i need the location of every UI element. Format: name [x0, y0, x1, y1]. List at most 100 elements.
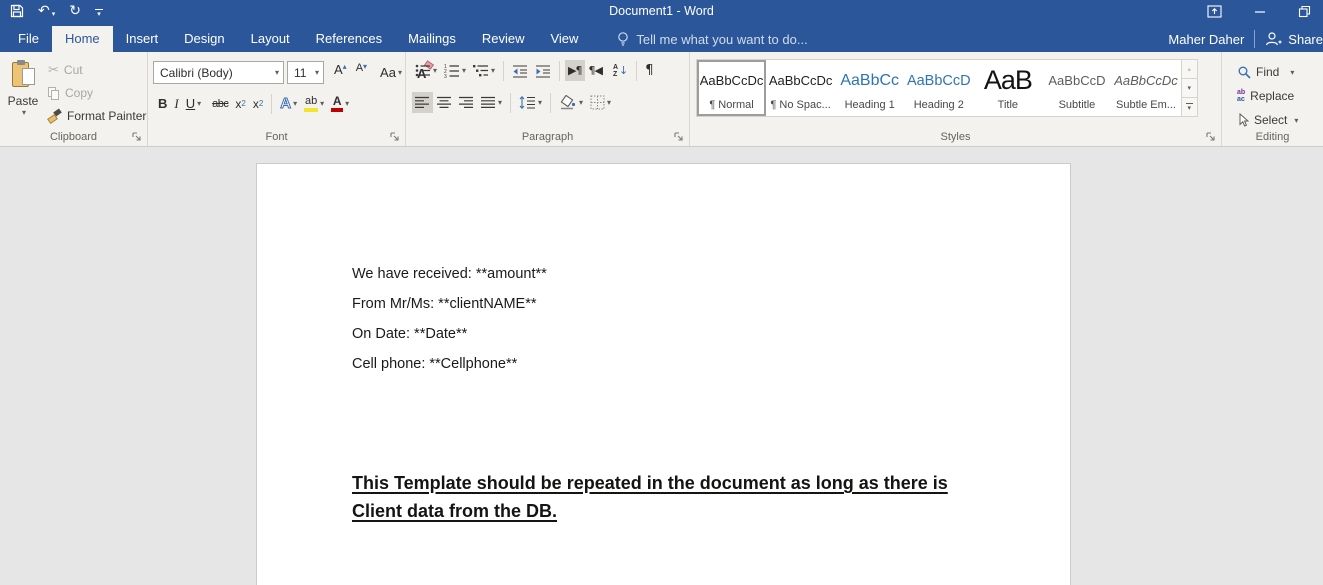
- tab-view[interactable]: View: [537, 26, 591, 52]
- up-arrow-icon: ▴: [343, 62, 347, 71]
- tell-me-box[interactable]: Tell me what you want to do...: [617, 26, 807, 52]
- replace-icon: ab ac: [1237, 89, 1245, 103]
- subscript-button[interactable]: x2: [232, 93, 248, 114]
- user-name[interactable]: Maher Daher: [1168, 32, 1244, 47]
- style-heading-2[interactable]: AaBbCcD Heading 2: [904, 60, 973, 116]
- numbering-button[interactable]: 123 ▾: [441, 60, 469, 81]
- tab-mailings[interactable]: Mailings: [395, 26, 469, 52]
- style-title[interactable]: AaB Title: [973, 60, 1042, 116]
- bullets-button[interactable]: ▾: [412, 60, 440, 81]
- ribbon-display-options-icon[interactable]: [1207, 5, 1222, 18]
- gallery-scroll-up-icon[interactable]: ▴: [1182, 60, 1197, 79]
- text-effects-button[interactable]: A ▾: [277, 93, 300, 114]
- minimize-icon[interactable]: [1254, 5, 1266, 17]
- group-styles: AaBbCcDc ¶ Normal AaBbCcDc ¶ No Spac... …: [690, 52, 1222, 146]
- tab-file[interactable]: File: [5, 26, 52, 52]
- document-heading-text[interactable]: This Template should be repeated in the …: [352, 469, 1000, 525]
- decrease-indent-button[interactable]: [509, 60, 531, 81]
- shrink-font-button[interactable]: A▾: [353, 62, 370, 83]
- paragraph-dialog-launcher-icon[interactable]: [673, 131, 684, 142]
- line-spacing-button[interactable]: ▾: [516, 92, 545, 113]
- paste-dropdown-icon[interactable]: ▾: [5, 108, 43, 117]
- bold-button[interactable]: B: [155, 93, 170, 114]
- justify-button[interactable]: ▾: [478, 92, 505, 113]
- rtl-text-direction-button[interactable]: ¶◀: [586, 60, 605, 81]
- document-page[interactable]: We have received: **amount** From Mr/Ms:…: [256, 163, 1071, 585]
- show-hide-marks-button[interactable]: ¶: [642, 60, 656, 81]
- divider: [510, 93, 511, 113]
- search-icon: [1237, 65, 1251, 79]
- replace-button[interactable]: ab ac Replace: [1235, 85, 1300, 107]
- strikethrough-button[interactable]: abc: [209, 93, 231, 114]
- doc-line-client-name[interactable]: From Mr/Ms: **clientNAME**: [352, 289, 547, 319]
- share-label: Share: [1288, 32, 1323, 47]
- save-icon[interactable]: [10, 4, 24, 18]
- gallery-scroll-down-icon[interactable]: ▾: [1182, 79, 1197, 98]
- cut-button[interactable]: ✂ Cut: [46, 59, 148, 81]
- align-left-button[interactable]: [412, 92, 433, 113]
- find-button[interactable]: Find ▾: [1235, 61, 1300, 83]
- redo-icon[interactable]: ↻: [69, 4, 81, 18]
- chevron-down-icon: ▾: [1290, 68, 1294, 77]
- italic-button[interactable]: I: [171, 93, 181, 114]
- ltr-text-direction-button[interactable]: ▶¶: [565, 60, 584, 81]
- borders-button[interactable]: ▾: [587, 92, 614, 113]
- group-font: Calibri (Body) ▾ 11 ▾ A▴ A▾ Aa ▾: [148, 52, 406, 146]
- style-heading-1[interactable]: AaBbCc Heading 1: [835, 60, 904, 116]
- multilevel-list-button[interactable]: ▾: [470, 60, 498, 81]
- chevron-down-icon: ▾: [315, 68, 319, 77]
- change-case-button[interactable]: Aa ▾: [377, 62, 405, 83]
- clipboard-dialog-launcher-icon[interactable]: [131, 131, 142, 142]
- align-right-button[interactable]: [456, 92, 477, 113]
- font-size-combobox[interactable]: 11 ▾: [287, 61, 324, 84]
- format-painter-button[interactable]: Format Painter: [46, 105, 148, 127]
- increase-indent-button[interactable]: [532, 60, 554, 81]
- paste-button[interactable]: Paste ▾: [3, 56, 43, 140]
- text-highlight-button[interactable]: ab ▾: [301, 93, 327, 114]
- underline-button[interactable]: U ▾: [183, 93, 204, 114]
- undo-dropdown-icon[interactable]: ▾: [52, 10, 56, 18]
- select-button[interactable]: Select ▾: [1235, 109, 1300, 131]
- superscript-button[interactable]: x2: [250, 93, 266, 114]
- divider: [559, 61, 560, 81]
- tab-review[interactable]: Review: [469, 26, 538, 52]
- doc-line-cellphone[interactable]: Cell phone: **Cellphone**: [352, 349, 547, 379]
- style-normal[interactable]: AaBbCcDc ¶ Normal: [697, 60, 766, 116]
- tell-me-label: Tell me what you want to do...: [636, 32, 807, 47]
- group-clipboard: Paste ▾ ✂ Cut Copy Format Painter Clipbo…: [0, 52, 148, 146]
- tab-home[interactable]: Home: [52, 26, 113, 52]
- document-body-text: We have received: **amount** From Mr/Ms:…: [352, 259, 547, 379]
- font-dialog-launcher-icon[interactable]: [389, 131, 400, 142]
- tab-layout[interactable]: Layout: [238, 26, 303, 52]
- account-area: Maher Daher Share: [1168, 26, 1323, 52]
- window-title: Document1 - Word: [0, 4, 1323, 18]
- share-button[interactable]: Share: [1265, 31, 1323, 47]
- customize-qat-icon[interactable]: ▾: [95, 6, 103, 16]
- style-subtitle[interactable]: AaBbCcD Subtitle: [1042, 60, 1111, 116]
- undo-button[interactable]: ↶ ▾: [38, 4, 55, 18]
- share-person-icon: [1265, 31, 1282, 47]
- style-subtle-emphasis[interactable]: AaBbCcDc Subtle Em...: [1111, 60, 1180, 116]
- shading-button[interactable]: ▾: [556, 92, 586, 113]
- doc-line-date[interactable]: On Date: **Date**: [352, 319, 547, 349]
- style-no-spacing[interactable]: AaBbCcDc ¶ No Spac...: [766, 60, 835, 116]
- align-center-icon: [437, 96, 452, 109]
- numbering-icon: 123: [444, 63, 460, 78]
- paste-clipboard-icon: [11, 60, 35, 90]
- group-paragraph: ▾ 123 ▾ ▾ ▶¶ ¶◀: [406, 52, 690, 146]
- restore-icon[interactable]: [1298, 5, 1311, 18]
- tab-references[interactable]: References: [303, 26, 395, 52]
- grow-font-button[interactable]: A▴: [331, 62, 350, 83]
- multilevel-list-icon: [473, 63, 489, 78]
- gallery-more-icon[interactable]: ▾: [1182, 98, 1197, 116]
- copy-button[interactable]: Copy: [46, 82, 148, 104]
- font-name-combobox[interactable]: Calibri (Body) ▾: [153, 61, 284, 84]
- tab-insert[interactable]: Insert: [113, 26, 172, 52]
- styles-dialog-launcher-icon[interactable]: [1205, 131, 1216, 142]
- align-center-button[interactable]: [434, 92, 455, 113]
- font-color-button[interactable]: A ▾: [328, 93, 352, 114]
- tab-design[interactable]: Design: [171, 26, 237, 52]
- styles-gallery-scrollbar: ▴ ▾ ▾: [1181, 60, 1197, 116]
- doc-line-amount[interactable]: We have received: **amount**: [352, 259, 547, 289]
- sort-button[interactable]: A Z ↓: [610, 60, 631, 81]
